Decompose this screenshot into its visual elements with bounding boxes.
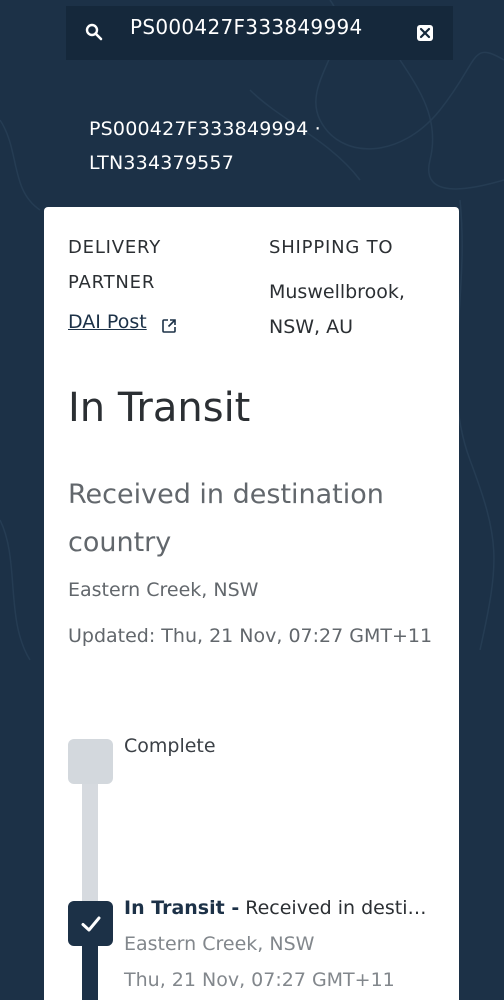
timeline-event-location: Eastern Creek, NSW	[124, 933, 315, 955]
timeline-track-inactive	[82, 777, 98, 907]
tracking-card: DELIVERY PARTNER DAI Post SHIPPING TO Mu…	[44, 207, 459, 1000]
shipping-destination-line1: Muswellbrook,	[269, 281, 405, 303]
delivery-partner-label-2: PARTNER	[68, 272, 156, 293]
timeline-event-time: Thu, 21 Nov, 07:27 GMT+11	[124, 969, 395, 991]
status-title: In Transit	[68, 385, 251, 431]
timeline-event-title: In Transit - Received in destination cou…	[124, 897, 429, 919]
timeline-step-in-transit-marker	[68, 901, 113, 946]
tracking-reference: LTN334379557	[89, 152, 234, 174]
search-icon[interactable]	[85, 23, 103, 41]
status-description-line1: Received in destination	[68, 479, 384, 510]
shipping-to-label: SHIPPING TO	[269, 237, 394, 258]
search-input[interactable]: PS000427F333849994	[130, 0, 363, 54]
status-location: Eastern Creek, NSW	[68, 579, 259, 601]
timeline-step-complete-label: Complete	[124, 735, 216, 757]
delivery-partner-link[interactable]: DAI Post	[68, 311, 147, 333]
timeline-step-complete-marker	[68, 739, 113, 784]
shipping-destination: Muswellbrook, NSW, AU	[269, 275, 405, 345]
timeline-event-description: Received in destination country	[245, 897, 429, 919]
status-description-line2: country	[68, 527, 172, 558]
check-icon	[81, 916, 101, 932]
status-updated: Updated: Thu, 21 Nov, 07:27 GMT+11	[68, 625, 433, 647]
shipping-destination-line2: NSW, AU	[269, 316, 354, 338]
status-description: Received in destination country	[68, 471, 428, 567]
external-link-icon[interactable]	[161, 318, 177, 334]
close-icon[interactable]	[416, 24, 434, 42]
tracking-number: PS000427F333849994 ·	[89, 118, 321, 140]
timeline-event-status: In Transit -	[124, 897, 240, 919]
delivery-partner-label-1: DELIVERY	[68, 237, 162, 258]
